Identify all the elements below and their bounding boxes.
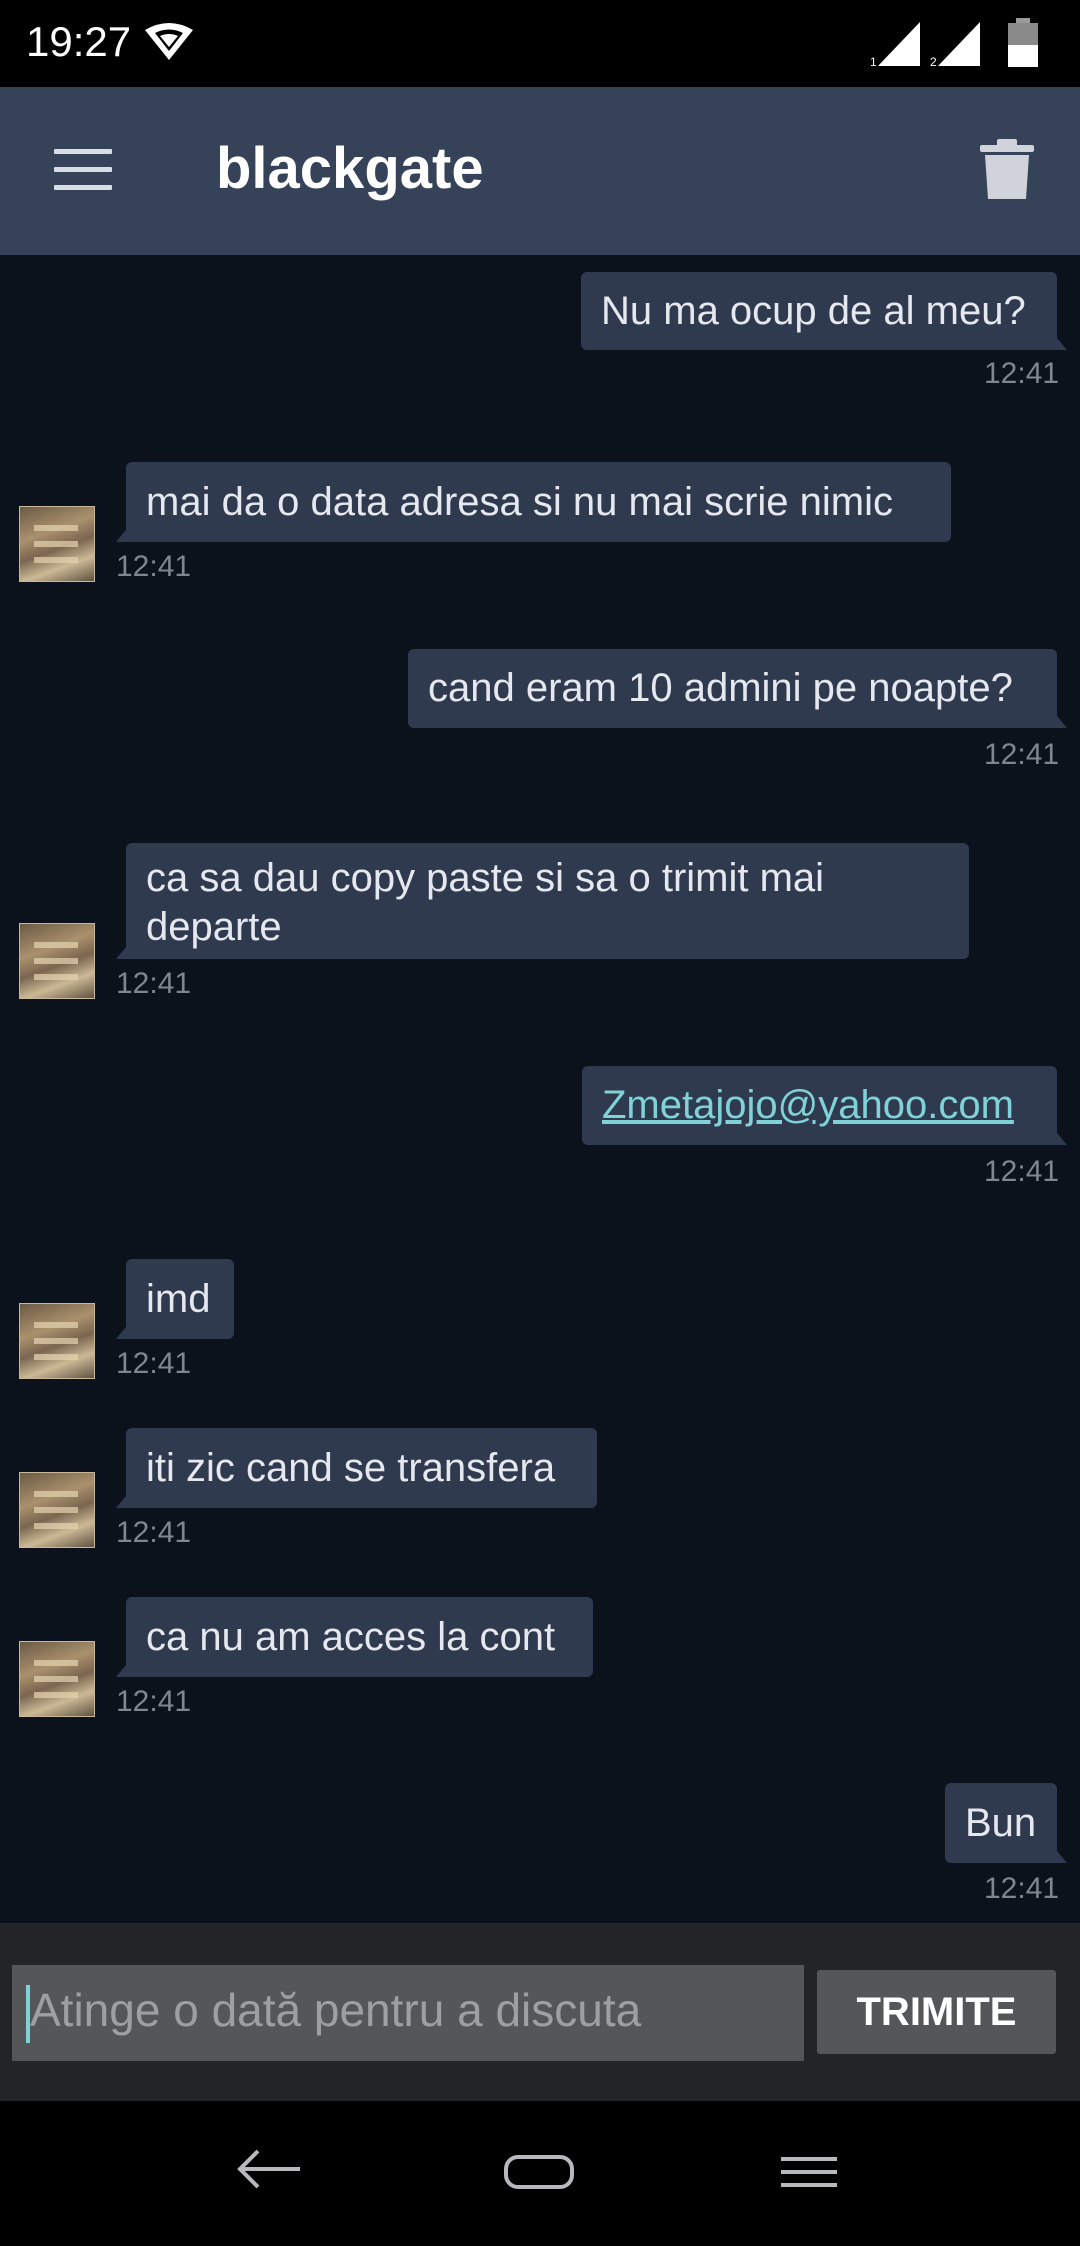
message-text: mai da o data adresa si nu mai scrie nim… [146, 480, 893, 524]
message-text: ca sa dau copy paste si sa o trimit mai … [146, 856, 825, 949]
message-bubble[interactable]: Zmetajojo@yahoo.com [582, 1066, 1067, 1145]
svg-text:1: 1 [870, 55, 877, 68]
send-button[interactable]: TRIMITE [817, 1970, 1056, 2054]
message-time: 12:41 [984, 738, 1060, 771]
page-title: blackgate [216, 136, 484, 201]
message-text: ca nu am acces la cont [146, 1615, 556, 1659]
message-list[interactable]: Nu ma ocup de al meu? 12:41 mai da o dat… [0, 255, 1080, 1923]
message-bubble[interactable]: ca sa dau copy paste si sa o trimit mai … [116, 843, 969, 959]
message-time: 12:41 [116, 1347, 192, 1380]
home-icon[interactable] [504, 2155, 574, 2189]
message-bubble[interactable]: imd [116, 1259, 234, 1339]
wifi-icon [145, 23, 193, 60]
status-time: 19:27 [26, 18, 132, 65]
message-time: 12:41 [116, 967, 192, 1000]
system-nav-bar [0, 2101, 1080, 2246]
message-bubble[interactable]: iti zic cand se transfera [116, 1428, 597, 1508]
trash-icon[interactable] [978, 139, 1036, 201]
avatar[interactable] [19, 1472, 95, 1548]
message-text: Nu ma ocup de al meu? [601, 289, 1026, 333]
signal-sim1-icon: 1 [870, 22, 920, 68]
avatar[interactable] [19, 506, 95, 582]
message-input[interactable]: Atinge o dată pentru a discuta [12, 1965, 804, 2061]
avatar[interactable] [19, 1303, 95, 1379]
message-input-placeholder: Atinge o dată pentru a discuta [30, 1984, 642, 2036]
avatar[interactable] [19, 1641, 95, 1717]
message-time: 12:41 [116, 550, 192, 583]
message-bubble[interactable]: mai da o data adresa si nu mai scrie nim… [116, 462, 951, 542]
app-bar: blackgate [0, 87, 1080, 255]
recent-apps-icon[interactable] [781, 2157, 837, 2196]
message-composer: Atinge o dată pentru a discuta TRIMITE [0, 1923, 1080, 2101]
message-bubble[interactable]: Bun [945, 1783, 1067, 1863]
signal-sim2-icon: 2 [930, 22, 980, 68]
message-time: 12:41 [984, 1872, 1060, 1905]
back-icon[interactable] [236, 2147, 302, 2191]
message-text: imd [146, 1277, 211, 1321]
message-bubble[interactable]: cand eram 10 admini pe noapte? [408, 649, 1067, 728]
battery-icon [1008, 18, 1038, 67]
message-bubble[interactable]: ca nu am acces la cont [116, 1597, 593, 1677]
message-time: 12:41 [116, 1516, 192, 1549]
message-text: iti zic cand se transfera [146, 1446, 556, 1490]
message-time: 12:41 [984, 357, 1060, 390]
message-text: Bun [965, 1801, 1037, 1845]
hamburger-icon[interactable] [54, 149, 112, 191]
svg-text:2: 2 [930, 55, 937, 68]
message-time: 12:41 [116, 1685, 192, 1718]
avatar[interactable] [19, 923, 95, 999]
message-text: cand eram 10 admini pe noapte? [428, 666, 1013, 710]
message-time: 12:41 [984, 1155, 1060, 1188]
email-link[interactable]: Zmetajojo@yahoo.com [602, 1083, 1014, 1127]
message-bubble[interactable]: Nu ma ocup de al meu? [581, 272, 1067, 350]
status-bar: 19:27 1 2 [0, 0, 1080, 87]
